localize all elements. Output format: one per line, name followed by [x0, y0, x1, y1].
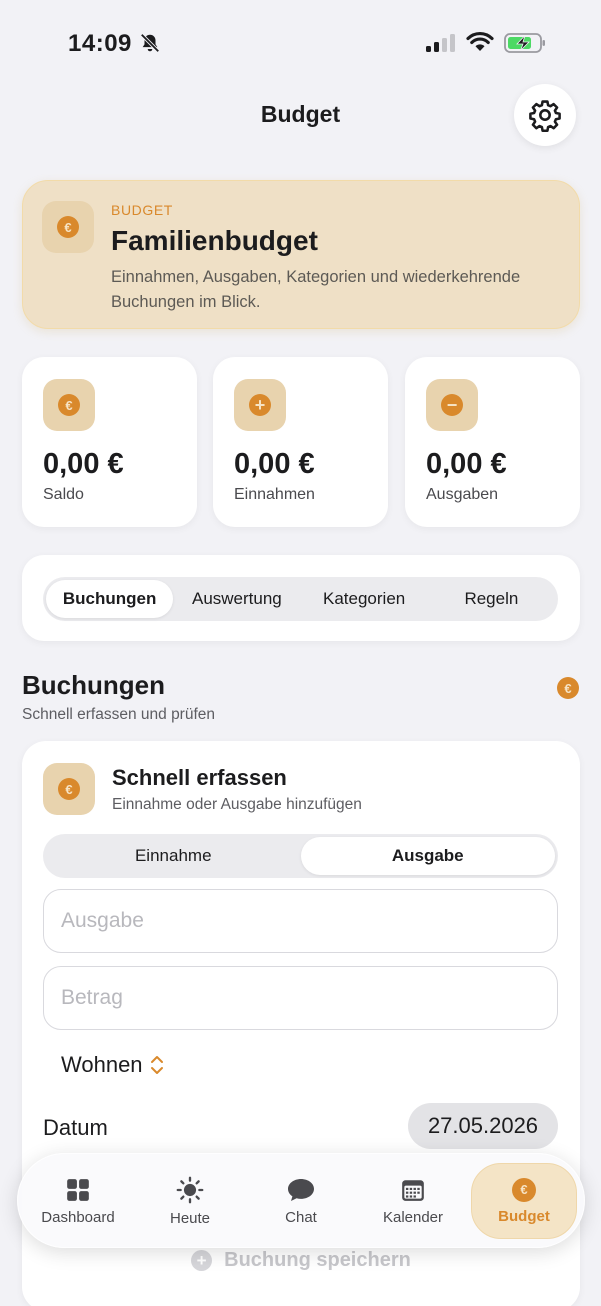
stat-card-saldo: € 0,00 € Saldo [22, 357, 197, 527]
hero-subtitle: Einnahmen, Ausgaben, Kategorien und wied… [111, 268, 521, 311]
nav-label: Dashboard [41, 1208, 115, 1226]
stat-card-ausgaben: − 0,00 € Ausgaben [405, 357, 580, 527]
tab-kategorien[interactable]: Kategorien [301, 580, 428, 618]
hero-title: Familienbudget [111, 225, 318, 256]
stat-value: 0,00 € [43, 448, 124, 480]
nav-label: Kalender [382, 1208, 444, 1226]
hero-eyebrow: BUDGET [111, 202, 173, 218]
chevron-up-down-icon [150, 1056, 163, 1074]
category-value: Wohnen [61, 1052, 143, 1077]
stat-value: 0,00 € [234, 448, 315, 480]
sun-icon [176, 1176, 204, 1203]
hero-icon-tile: € [42, 201, 94, 253]
date-label: Datum [43, 1115, 108, 1140]
tab-buchungen[interactable]: Buchungen [46, 580, 174, 618]
tabs-card: Buchungen Auswertung Kategorien Regeln [22, 555, 580, 641]
stat-value: 0,00 € [426, 448, 507, 480]
cellular-signal-icon [426, 34, 455, 52]
status-time: 14:09 [68, 30, 132, 57]
stat-card-einnahmen: + 0,00 € Einnahmen [213, 357, 388, 527]
chat-bubble-icon [288, 1178, 314, 1201]
category-picker[interactable]: Wohnen [61, 1052, 164, 1078]
nav-item-chat[interactable]: Chat [248, 1163, 354, 1239]
bell-muted-icon [140, 33, 160, 53]
segmented-tabs: Buchungen Auswertung Kategorien Regeln [43, 577, 558, 621]
plus-coin-icon: + [249, 394, 271, 416]
nav-item-kalender[interactable]: Kalender [360, 1163, 466, 1239]
euro-coin-icon: € [557, 677, 579, 699]
type-option-einnahme[interactable]: Einnahme [46, 837, 301, 875]
description-input[interactable] [43, 889, 558, 953]
save-booking-label: Buchung speichern [224, 1249, 411, 1271]
type-option-ausgabe[interactable]: Ausgabe [300, 837, 555, 875]
euro-coin-icon: € [58, 778, 80, 800]
section-title: Buchungen [22, 670, 165, 700]
stat-label: Saldo [43, 486, 84, 503]
stat-icon-tile: + [234, 379, 286, 431]
tab-regeln[interactable]: Regeln [428, 580, 555, 618]
nav-label: Chat [285, 1208, 317, 1226]
wifi-icon [466, 31, 494, 51]
amount-input[interactable] [43, 966, 558, 1030]
stat-label: Ausgaben [426, 486, 499, 503]
stat-icon-tile: € [43, 379, 95, 431]
bottom-tab-bar: Dashboard Heute Chat Kalender € Budget [17, 1153, 585, 1248]
euro-coin-icon: € [57, 216, 79, 238]
save-booking-button[interactable]: + Buchung speichern [22, 1249, 580, 1272]
plus-circle-icon: + [191, 1250, 213, 1271]
settings-button[interactable] [514, 84, 576, 146]
stat-label: Einnahmen [234, 486, 315, 503]
type-segmented-control: Einnahme Ausgabe [43, 834, 558, 878]
nav-item-budget[interactable]: € Budget [471, 1163, 577, 1239]
grid-icon [67, 1178, 89, 1201]
date-picker[interactable]: 27.05.2026 [408, 1103, 558, 1149]
euro-coin-icon: € [58, 394, 80, 416]
budget-hero-card: € BUDGET Familienbudget Einnahmen, Ausga… [22, 180, 580, 329]
tab-auswertung[interactable]: Auswertung [173, 580, 300, 618]
nav-label: Budget [498, 1207, 550, 1225]
gear-icon [529, 100, 561, 132]
stat-icon-tile: − [426, 379, 478, 431]
form-icon-tile: € [43, 763, 95, 815]
form-subtitle: Einnahme oder Ausgabe hinzufügen [112, 796, 362, 813]
battery-charging-icon [504, 33, 545, 53]
euro-coin-icon: € [512, 1177, 536, 1202]
minus-coin-icon: − [441, 394, 463, 416]
calendar-icon [402, 1179, 424, 1201]
form-title: Schnell erfassen [112, 765, 287, 790]
page-title: Budget [260, 101, 341, 127]
nav-item-heute[interactable]: Heute [137, 1163, 243, 1239]
section-subtitle: Schnell erfassen und prüfen [22, 706, 216, 723]
nav-item-dashboard[interactable]: Dashboard [25, 1163, 131, 1239]
nav-label: Heute [169, 1209, 211, 1227]
